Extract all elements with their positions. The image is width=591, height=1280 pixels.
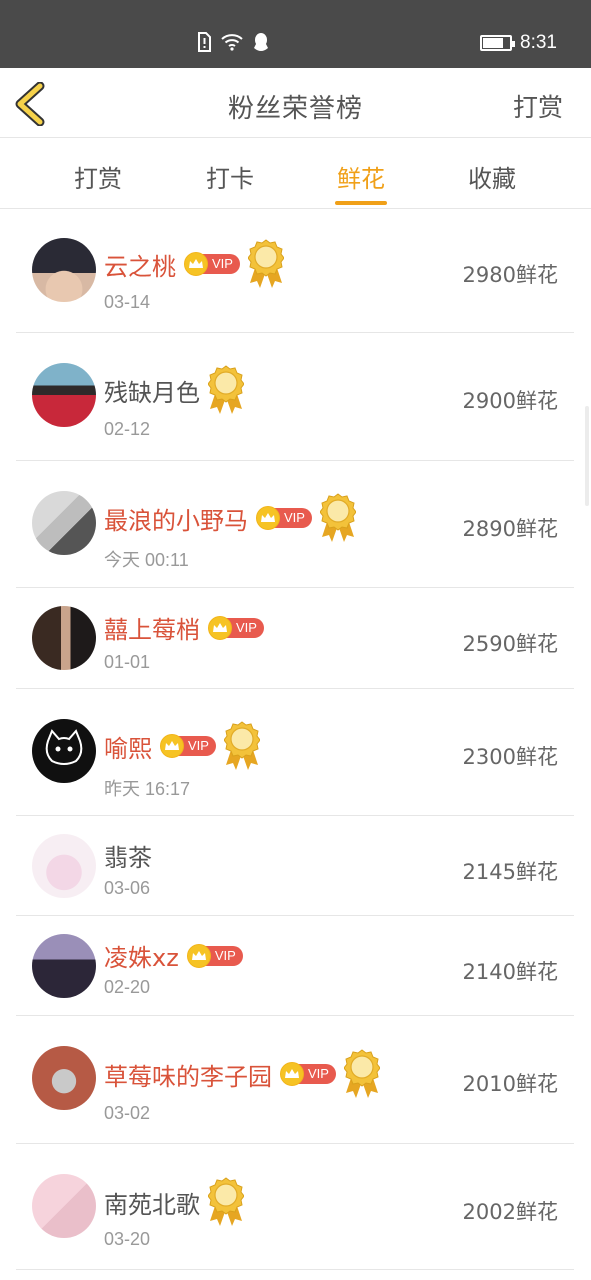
flower-count: 2010鲜花 — [462, 1072, 558, 1096]
list-item[interactable]: 最浪的小野马 VIP 今天 00:11 2890鲜花 — [16, 461, 574, 588]
crown-icon — [256, 506, 280, 530]
username[interactable]: 最浪的小野马 — [104, 501, 248, 536]
name-line: 囍上莓梢 VIP — [104, 610, 264, 645]
list-item[interactable]: 囍上莓梢 VIP 01-01 2590鲜花 — [16, 588, 574, 689]
tab-bar: 打赏 打卡 鲜花 收藏 — [0, 139, 591, 209]
nav-bar: 粉丝荣誉榜 打赏 — [0, 68, 591, 138]
wifi-icon — [220, 33, 244, 55]
level-medal-icon — [343, 1049, 380, 1099]
crown-icon — [186, 943, 211, 968]
vip-badge: VIP — [256, 506, 312, 530]
crown-icon — [184, 252, 208, 276]
flower-count: 2300鲜花 — [462, 745, 558, 769]
avatar[interactable] — [32, 363, 96, 427]
username[interactable]: 喻熙 — [104, 729, 152, 764]
date-text: 昨天 16:17 — [104, 779, 191, 799]
vip-badge: VIP — [280, 1062, 336, 1086]
avatar[interactable] — [32, 934, 96, 998]
tab-label: 打赏 — [74, 165, 122, 193]
avatar[interactable] — [32, 719, 96, 783]
date-text: 01-01 — [104, 652, 151, 672]
tab-label: 收藏 — [468, 165, 516, 193]
name-line: 最浪的小野马 VIP — [104, 493, 356, 543]
active-tab-indicator — [335, 201, 387, 205]
level-medal-icon — [247, 239, 284, 289]
list-item[interactable]: 凌姝xz VIP 02-20 2140鲜花 — [16, 916, 574, 1016]
date-text: 03-06 — [104, 878, 151, 898]
crown-icon — [160, 734, 184, 758]
tab-favorites[interactable]: 收藏 — [452, 159, 532, 194]
crown-icon — [280, 1062, 304, 1086]
battery-icon — [480, 35, 516, 51]
avatar[interactable] — [32, 1174, 96, 1238]
username[interactable]: 凌姝xz — [104, 938, 179, 973]
username[interactable]: 囍上莓梢 — [104, 610, 200, 645]
status-bar: 8:31 — [0, 0, 591, 68]
date-text: 03-14 — [104, 292, 151, 312]
username[interactable]: 翡茶 — [104, 838, 152, 873]
scrollbar[interactable] — [585, 406, 589, 506]
tip-button[interactable]: 打赏 — [513, 88, 563, 124]
avatar[interactable] — [32, 491, 96, 555]
list-item[interactable]: 云之桃 VIP 03-14 2980鲜花 — [16, 209, 574, 333]
tab-tip[interactable]: 打赏 — [58, 159, 138, 194]
name-line: 南苑北歌 — [104, 1177, 244, 1227]
flower-count: 2140鲜花 — [462, 960, 558, 984]
vip-badge: VIP — [184, 252, 240, 276]
avatar[interactable] — [32, 238, 96, 302]
username[interactable]: 云之桃 — [104, 247, 176, 282]
flower-count: 2590鲜花 — [462, 632, 558, 656]
list-item[interactable]: 南苑北歌 03-20 2002鲜花 — [16, 1144, 574, 1270]
crown-icon — [208, 615, 232, 640]
level-medal-icon — [223, 721, 260, 771]
flower-count: 2890鲜花 — [462, 517, 558, 541]
list-item[interactable]: 草莓味的李子园 VIP 03-02 2010鲜花 — [16, 1016, 574, 1144]
fan-ranking-list: 云之桃 VIP 03-14 2980鲜花残缺月色 02-12 2900鲜花最浪的小野马 VI… — [16, 209, 574, 1270]
date-text: 02-12 — [104, 419, 151, 439]
avatar[interactable] — [32, 606, 96, 670]
level-medal-icon — [319, 493, 356, 543]
name-line: 凌姝xz VIP — [104, 938, 243, 973]
list-item[interactable]: 残缺月色 02-12 2900鲜花 — [16, 333, 574, 461]
name-line: 残缺月色 — [104, 365, 244, 415]
tab-checkin[interactable]: 打卡 — [190, 159, 270, 194]
avatar[interactable] — [32, 1046, 96, 1110]
username[interactable]: 草莓味的李子园 — [104, 1057, 272, 1092]
flower-count: 2980鲜花 — [462, 263, 558, 287]
name-line: 草莓味的李子园 VIP — [104, 1049, 380, 1099]
flower-count: 2900鲜花 — [462, 389, 558, 413]
list-item[interactable]: 翡茶 03-06 2145鲜花 — [16, 816, 574, 916]
name-line: 喻熙 VIP — [104, 721, 260, 771]
date-text: 02-20 — [104, 977, 151, 997]
clock: 8:31 — [520, 32, 557, 53]
level-medal-icon — [208, 365, 244, 415]
status-icons — [196, 32, 270, 56]
name-line: 云之桃 VIP — [104, 239, 284, 289]
date-text: 03-02 — [104, 1103, 151, 1123]
page-title: 粉丝荣誉榜 — [227, 94, 363, 124]
status-right: 8:31 — [480, 32, 557, 54]
name-line: 翡茶 — [104, 838, 152, 873]
tab-label: 鲜花 — [337, 165, 385, 193]
qq-icon — [252, 32, 270, 56]
vip-badge: VIP — [186, 943, 243, 968]
tab-flowers[interactable]: 鲜花 — [321, 159, 401, 205]
level-medal-icon — [208, 1177, 244, 1227]
date-text: 03-20 — [104, 1229, 151, 1249]
date-text: 今天 00:11 — [104, 550, 189, 570]
vip-badge: VIP — [160, 734, 216, 758]
vip-badge: VIP — [208, 615, 264, 640]
sim-alert-icon — [196, 32, 212, 56]
list-item[interactable]: 喻熙 VIP 昨天 16:17 2300鲜花 — [16, 689, 574, 816]
tab-label: 打卡 — [206, 165, 254, 193]
username[interactable]: 残缺月色 — [104, 373, 200, 408]
flower-count: 2145鲜花 — [462, 860, 558, 884]
username[interactable]: 南苑北歌 — [104, 1185, 200, 1220]
avatar[interactable] — [32, 834, 96, 898]
flower-count: 2002鲜花 — [462, 1200, 558, 1224]
